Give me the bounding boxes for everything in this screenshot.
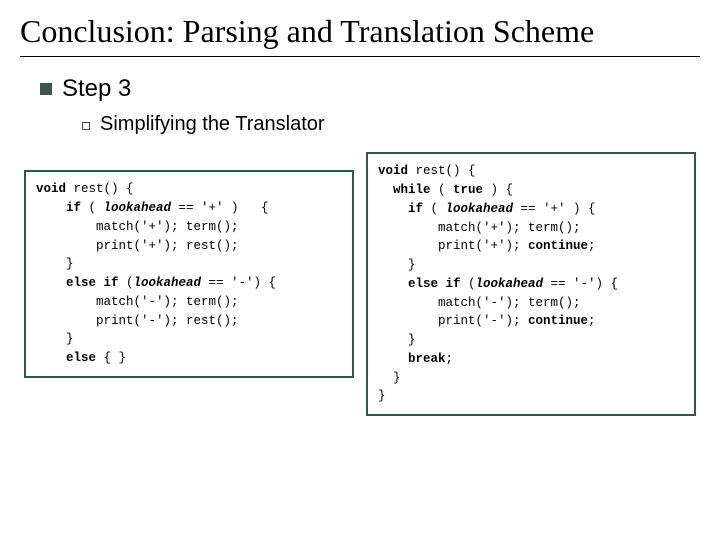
square-bullet-small-icon: [82, 122, 90, 130]
square-bullet-icon: [40, 83, 52, 95]
slide-title: Conclusion: Parsing and Translation Sche…: [20, 12, 700, 57]
code-boxes: void rest() { if ( lookahead == '+' ) { …: [20, 152, 700, 416]
sub-bullet-label: Simplifying the Translator: [100, 113, 325, 136]
sub-bullet: Simplifying the Translator: [82, 113, 700, 136]
bullet-step: Step 3: [40, 75, 700, 103]
code-right: void rest() { while ( true ) { if ( look…: [366, 152, 696, 416]
code-left: void rest() { if ( lookahead == '+' ) { …: [24, 170, 354, 378]
bullet-step-label: Step 3: [62, 75, 131, 103]
